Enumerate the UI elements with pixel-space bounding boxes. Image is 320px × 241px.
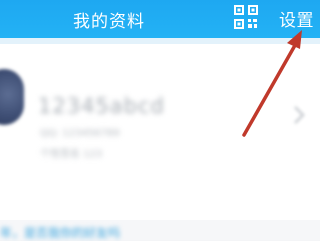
qr-code-icon[interactable] <box>234 5 258 29</box>
profile-name: 12345abcd <box>38 94 165 118</box>
top-bar: 我的资料 设置 <box>0 0 320 38</box>
profile-id: QQ: 123456789 <box>40 128 120 139</box>
settings-button[interactable]: 设置 <box>279 6 314 31</box>
profile-signature: 个性签名 123 <box>40 149 103 160</box>
footer-notice[interactable]: 年，是否我你的好友吗 <box>0 224 120 241</box>
chevron-right-icon[interactable] <box>292 104 306 126</box>
page-title: 我的资料 <box>73 12 145 32</box>
